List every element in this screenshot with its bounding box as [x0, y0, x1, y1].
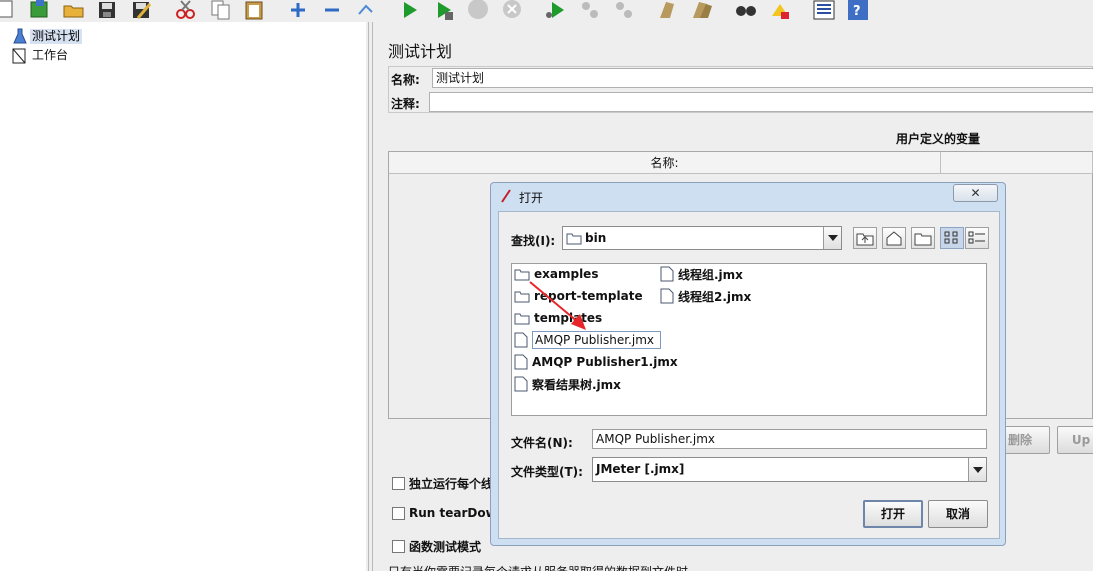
stop-icon[interactable] [466, 0, 490, 20]
user-defined-variables-title: 用户定义的变量 [896, 132, 981, 146]
reset-search-icon[interactable] [768, 0, 792, 20]
file-type-label: 文件类型(T): [511, 465, 583, 479]
folder-up-icon [856, 233, 874, 246]
tree-item-label: 测试计划 [30, 29, 83, 44]
start-icon[interactable] [398, 0, 422, 20]
folder-icon [514, 313, 530, 325]
split-pane-divider[interactable] [366, 22, 376, 571]
list-view-button[interactable] [940, 227, 964, 249]
new-icon[interactable] [0, 0, 18, 20]
remote-stop-icon[interactable] [578, 0, 602, 20]
functional-test-checkbox-row[interactable]: 函数测试模式 [392, 538, 481, 555]
file-list-item[interactable]: examples [514, 264, 598, 284]
up-one-level-button[interactable] [853, 227, 877, 249]
file-list-item[interactable]: AMQP Publisher1.jmx [514, 352, 678, 372]
name-label: 名称: [391, 73, 420, 87]
copy-icon[interactable] [209, 0, 233, 20]
workbench-icon [12, 48, 26, 64]
file-type-value: JMeter [.jmx] [596, 462, 685, 476]
list-view-icon [944, 231, 958, 244]
folder-icon [514, 291, 530, 303]
open-icon[interactable] [62, 0, 86, 20]
run-thread-groups-checkbox[interactable] [392, 477, 405, 490]
folder-icon [514, 269, 530, 281]
functional-test-checkbox[interactable] [392, 540, 405, 553]
file-name-input[interactable]: AMQP Publisher.jmx [592, 429, 987, 449]
file-icon [514, 376, 528, 392]
close-icon: ✕ [970, 186, 981, 200]
open-file-dialog: 打开 ✕ 查找(I): bin examples report-template… [490, 182, 1006, 546]
save-icon[interactable] [96, 0, 120, 20]
cut-icon[interactable] [174, 0, 198, 20]
file-icon [660, 288, 674, 304]
svg-text:?: ? [853, 4, 861, 19]
chevron-down-icon[interactable] [968, 458, 986, 481]
name-field[interactable]: 测试计划 [432, 68, 1093, 88]
clear-all-icon[interactable] [690, 0, 714, 20]
home-icon [886, 231, 902, 246]
run-teardown-checkbox[interactable] [392, 506, 405, 520]
new-folder-icon [914, 233, 932, 246]
remote-start-icon[interactable] [544, 0, 568, 20]
file-list-item-selected[interactable]: AMQP Publisher.jmx [514, 330, 661, 350]
chevron-down-icon[interactable] [823, 227, 841, 249]
folder-icon [566, 233, 582, 245]
look-in-value: bin [585, 231, 607, 245]
run-thread-groups-label: 独立运行每个线 [409, 477, 494, 491]
remote-shutdown-icon[interactable] [612, 0, 636, 20]
details-view-icon [968, 231, 985, 244]
tree-item-test-plan[interactable]: 测试计划 [10, 28, 83, 45]
toggle-icon[interactable] [354, 0, 378, 20]
feather-icon [501, 189, 511, 203]
look-in-combo[interactable]: bin [562, 226, 842, 250]
dialog-title: 打开 [519, 191, 544, 205]
file-list-item[interactable]: 线程组2.jmx [660, 286, 751, 306]
dialog-body: 查找(I): bin examples report-template temp… [498, 211, 1000, 539]
tree-item-label: 工作台 [32, 48, 69, 62]
functional-mode-note: 只有当你需要记录每个请求从服务器取得的数据到文件时 [388, 563, 688, 571]
search-icon[interactable] [734, 0, 758, 20]
collapse-icon[interactable] [320, 0, 344, 20]
file-icon [514, 332, 528, 348]
file-name-label: 文件名(N): [511, 436, 573, 450]
function-helper-icon[interactable] [812, 0, 836, 20]
flask-icon [13, 28, 27, 44]
up-button[interactable]: Up [1057, 426, 1093, 454]
run-thread-groups-checkbox-row[interactable]: 独立运行每个线 [392, 475, 493, 492]
templates-icon[interactable] [28, 0, 52, 20]
new-folder-button[interactable] [911, 227, 935, 249]
file-list-item[interactable]: 线程组.jmx [660, 264, 743, 284]
file-list-item[interactable]: templates [514, 308, 602, 328]
home-button[interactable] [882, 227, 906, 249]
shutdown-icon[interactable] [500, 0, 524, 20]
column-header-name[interactable]: 名称: [389, 152, 941, 174]
look-in-label: 查找(I): [511, 234, 556, 248]
open-button[interactable]: 打开 [863, 500, 923, 528]
page-title: 测试计划 [388, 42, 453, 61]
dialog-close-button[interactable]: ✕ [953, 184, 998, 202]
functional-test-label: 函数测试模式 [409, 540, 482, 554]
expand-icon[interactable] [286, 0, 310, 20]
file-list-item[interactable]: report-template [514, 286, 643, 306]
file-list[interactable]: examples report-template templates AMQP … [511, 263, 987, 416]
paste-icon[interactable] [243, 0, 267, 20]
column-header-value[interactable] [941, 152, 1093, 174]
comment-label: 注释: [391, 97, 420, 111]
clear-icon[interactable] [656, 0, 680, 20]
file-icon [514, 354, 528, 370]
comment-field[interactable] [429, 92, 1093, 112]
file-icon [660, 266, 674, 282]
cancel-button[interactable]: 取消 [928, 500, 988, 528]
main-toolbar: ? [0, 0, 1093, 22]
details-view-button[interactable] [965, 227, 989, 249]
name-comment-box: 名称: 测试计划 注释: [388, 66, 1093, 113]
tree-item-workbench[interactable]: 工作台 [10, 47, 70, 64]
test-plan-tree: 测试计划 工作台 [0, 22, 366, 571]
save-as-icon[interactable] [130, 0, 154, 20]
file-list-item[interactable]: 察看结果树.jmx [514, 374, 621, 394]
file-type-combo[interactable]: JMeter [.jmx] [592, 457, 987, 482]
run-teardown-checkbox-row[interactable]: Run tearDown [392, 506, 505, 520]
help-icon[interactable]: ? [846, 0, 870, 20]
start-no-pause-icon[interactable] [432, 0, 456, 20]
